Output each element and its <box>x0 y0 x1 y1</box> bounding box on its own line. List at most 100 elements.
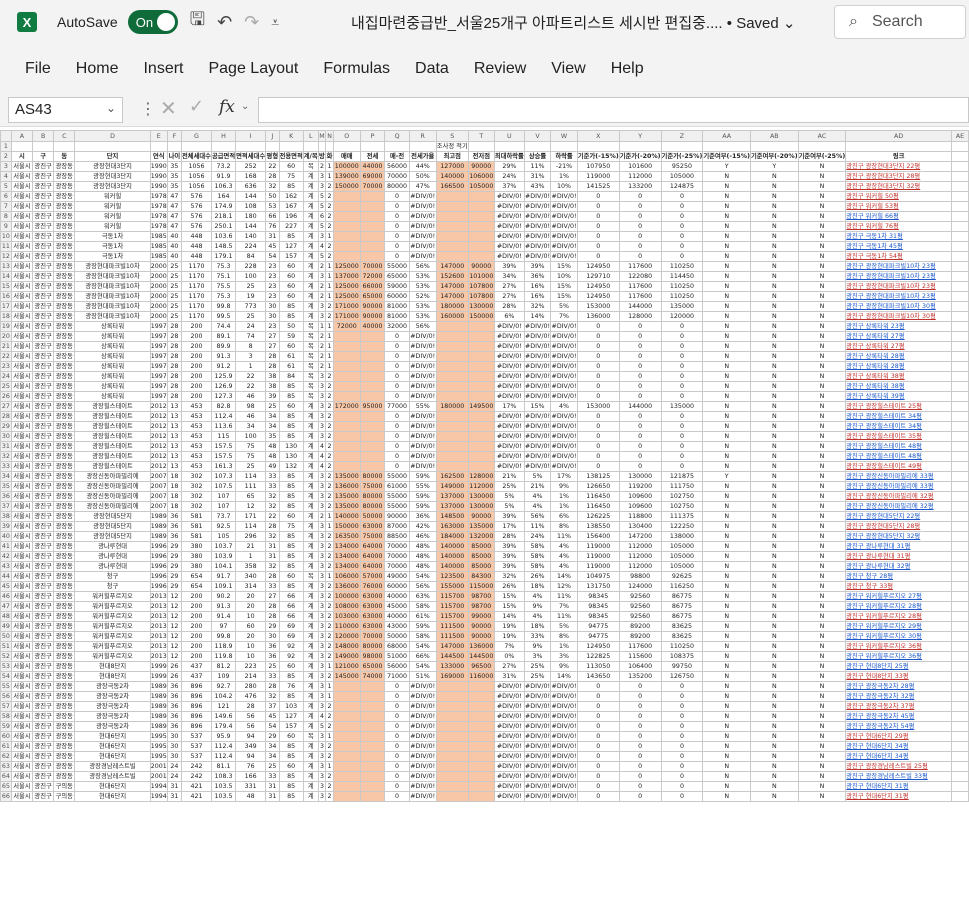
cell[interactable] <box>359 221 386 232</box>
cell[interactable] <box>435 371 469 382</box>
cell[interactable]: 76 <box>235 761 267 772</box>
cell[interactable]: 1985 <box>149 251 168 262</box>
cell[interactable]: 광진구 <box>32 561 55 572</box>
cell[interactable]: 131750 <box>576 581 620 592</box>
cell[interactable]: 55% <box>408 401 437 412</box>
cell[interactable]: N <box>702 781 751 792</box>
cell[interactable]: 13 <box>166 441 182 452</box>
cell[interactable]: 121875 <box>660 471 704 482</box>
cell[interactable]: N <box>749 381 799 392</box>
cell[interactable]: 31 <box>265 231 280 242</box>
cell[interactable]: 광진구 <box>32 361 55 372</box>
cell[interactable]: #DIV/0! <box>408 221 437 232</box>
cell[interactable]: 2 <box>317 291 327 302</box>
cell[interactable]: 147000 <box>435 281 469 292</box>
cell[interactable]: 31% <box>493 671 525 682</box>
cell[interactable]: 105000 <box>467 181 495 192</box>
cell[interactable]: 서울시 <box>10 701 34 712</box>
cell[interactable]: 98800 <box>618 571 662 582</box>
cell[interactable]: 47 <box>166 221 182 232</box>
cell[interactable]: #DIV/0! <box>523 721 552 732</box>
cell[interactable]: N <box>797 791 847 802</box>
row-number[interactable]: 63 <box>0 761 12 772</box>
cell[interactable]: 636 <box>235 181 267 192</box>
cell[interactable]: 48 <box>265 441 280 452</box>
cell[interactable]: 2 <box>325 221 334 232</box>
cell[interactable]: #DIV/0! <box>493 791 525 802</box>
cell[interactable]: 115700 <box>435 601 469 612</box>
cell[interactable]: 24 <box>166 771 182 782</box>
cell[interactable]: N <box>749 321 799 332</box>
cell[interactable]: 3 <box>317 561 327 572</box>
cell[interactable]: N <box>702 631 751 642</box>
cell[interactable]: 150000 <box>332 181 361 192</box>
cell[interactable]: 120000 <box>660 311 704 322</box>
cell[interactable] <box>359 431 386 442</box>
cell[interactable] <box>359 731 386 742</box>
cell[interactable]: 2 <box>325 651 334 662</box>
cell[interactable]: 9% <box>523 641 552 652</box>
row-number[interactable]: 54 <box>0 671 12 682</box>
cell[interactable] <box>467 711 495 722</box>
cell[interactable]: 36 <box>166 711 182 722</box>
cell[interactable]: 80000 <box>384 181 410 192</box>
cell[interactable]: N <box>702 421 751 432</box>
cell[interactable]: #DIV/0! <box>523 431 552 442</box>
cell[interactable]: N <box>797 481 847 492</box>
link-cell[interactable]: 광진구 광장현대파크빌10차 23평 <box>845 261 952 272</box>
cell[interactable]: 81000 <box>384 311 410 322</box>
cell[interactable]: N <box>749 551 799 562</box>
cell[interactable]: 0 <box>576 221 620 232</box>
cell[interactable]: 광진구 <box>32 421 55 432</box>
cell[interactable]: 3 <box>317 581 327 592</box>
cell[interactable]: 3 <box>235 351 267 362</box>
header-cell[interactable]: 상승률 <box>523 151 552 162</box>
cell[interactable] <box>435 761 469 772</box>
cell[interactable]: 0 <box>576 201 620 212</box>
cell[interactable]: 계 <box>302 551 319 562</box>
cell[interactable]: 36 <box>265 641 280 652</box>
cell[interactable]: 현대6단지 <box>74 741 151 752</box>
cell[interactable]: 15% <box>493 601 525 612</box>
cell[interactable]: 32 <box>265 561 280 572</box>
cell[interactable]: 74.4 <box>210 321 237 332</box>
cell[interactable]: 56% <box>408 581 437 592</box>
cell[interactable]: 2 <box>325 411 334 422</box>
cell[interactable]: 121 <box>210 701 237 712</box>
cell[interactable]: #DIV/0! <box>550 461 578 472</box>
cell[interactable]: 0 <box>618 691 662 702</box>
cell[interactable]: #DIV/0! <box>408 451 437 462</box>
cell[interactable] <box>950 311 969 322</box>
cell[interactable]: 0 <box>618 241 662 252</box>
cell[interactable]: 2013 <box>149 601 168 612</box>
cell[interactable]: 서울시 <box>10 161 34 172</box>
row-number[interactable]: 45 <box>0 581 12 592</box>
cell[interactable]: 광장동 <box>53 421 76 432</box>
cell[interactable]: 81.1 <box>210 761 237 772</box>
cell[interactable]: N <box>749 391 799 402</box>
cell[interactable]: 계 <box>302 171 319 182</box>
cell[interactable]: 3 <box>317 311 327 322</box>
cell[interactable]: 59000 <box>384 281 410 292</box>
cell[interactable]: 2012 <box>149 461 168 472</box>
cell[interactable] <box>359 751 386 762</box>
cell[interactable]: #DIV/0! <box>408 381 437 392</box>
cell[interactable]: 2012 <box>149 411 168 422</box>
cell[interactable]: 서울시 <box>10 641 34 652</box>
cell[interactable]: #DIV/0! <box>408 751 437 762</box>
cell[interactable]: N <box>797 321 847 332</box>
cell[interactable]: 144 <box>235 221 267 232</box>
cell[interactable]: 119000 <box>576 541 620 552</box>
cell[interactable]: 896 <box>180 701 212 712</box>
cell[interactable]: 167 <box>278 201 304 212</box>
cell[interactable]: 88500 <box>384 531 410 542</box>
cell[interactable]: 99.8 <box>210 631 237 642</box>
cell[interactable]: #DIV/0! <box>408 391 437 402</box>
cell[interactable]: 0 <box>384 231 410 242</box>
row-number[interactable]: 65 <box>0 781 12 792</box>
cell[interactable]: 조사정 적기 <box>435 141 469 152</box>
cell[interactable]: 0 <box>384 721 410 732</box>
cell[interactable]: 2 <box>325 301 334 312</box>
cell[interactable]: 36 <box>166 531 182 542</box>
cell[interactable] <box>950 201 969 212</box>
